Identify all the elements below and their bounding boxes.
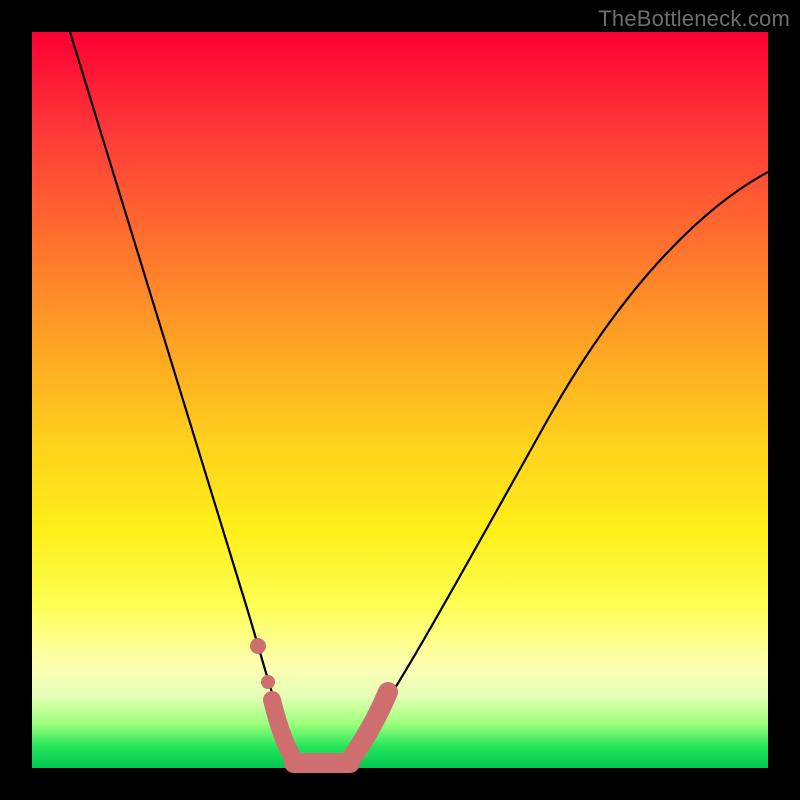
marker-right-arm — [348, 692, 388, 763]
curve-line — [70, 32, 768, 766]
marker-left-arm — [272, 700, 296, 762]
chart-overlay — [32, 32, 768, 768]
chart-frame: TheBottleneck.com — [0, 0, 800, 800]
chart-plot-area — [32, 32, 768, 768]
watermark-text: TheBottleneck.com — [598, 6, 790, 32]
marker-dot — [261, 675, 275, 689]
marker-dot — [250, 638, 266, 654]
